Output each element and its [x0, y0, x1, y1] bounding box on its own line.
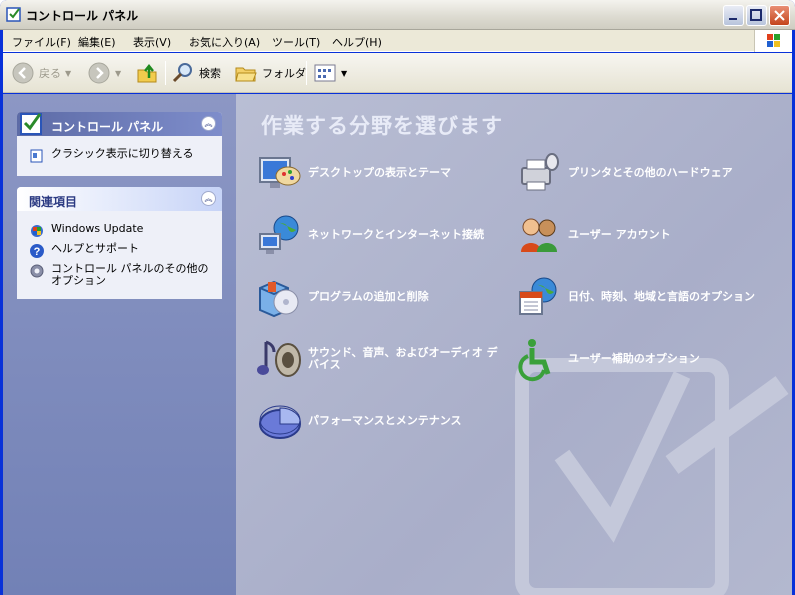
printer-icon: [521, 153, 559, 191]
search-icon: [172, 63, 192, 83]
maximize-button[interactable]: [746, 5, 767, 26]
category-label: プログラムの追加と削除: [308, 290, 429, 303]
window-title: コントロール パネル: [26, 9, 139, 23]
menu-file[interactable]: ファイル(F): [12, 34, 71, 50]
category-accessibility[interactable]: ユーザー補助のオプション: [516, 336, 758, 382]
help-support-label: ヘルプとサポート: [51, 242, 139, 255]
task-pane: コントロール パネル ︽ クラシック表示に切り替える 関連項目 ︽ Window…: [3, 94, 236, 595]
category-date-time-region[interactable]: 日付、時刻、地域と言語のオプション: [516, 274, 758, 320]
other-options-label: コントロール パネルのその他のオプション: [51, 262, 209, 287]
display-theme-icon: [259, 157, 301, 188]
category-label: プリンタとその他のハードウェア: [568, 166, 733, 179]
folders-label: フォルダ: [262, 67, 306, 80]
minimize-icon: [729, 18, 737, 20]
control-panel-window: コントロール パネル ファイル(F) 編集(E) 表示(V) お気に入り(A) …: [0, 0, 795, 595]
title-bar[interactable]: コントロール パネル: [0, 0, 795, 30]
users-icon: [521, 218, 557, 252]
back-label: 戻る: [39, 67, 61, 80]
forward-button[interactable]: ▼: [87, 61, 121, 85]
menu-tools[interactable]: ツール(T): [272, 34, 320, 50]
menu-bar: ファイル(F) 編集(E) 表示(V) お気に入り(A) ツール(T) ヘルプ(…: [3, 30, 792, 52]
category-add-remove-programs[interactable]: プログラムの追加と削除: [256, 274, 498, 320]
close-button[interactable]: [769, 5, 790, 26]
back-arrow-icon: [12, 62, 34, 84]
client-area: コントロール パネル ︽ クラシック表示に切り替える 関連項目 ︽ Window…: [3, 94, 792, 595]
forward-arrow-icon: [88, 62, 110, 84]
category-label: ユーザー アカウント: [568, 228, 671, 241]
classic-view-icon: [30, 149, 43, 163]
category-sound-audio[interactable]: サウンド、音声、およびオーディオ デバイス: [256, 336, 498, 382]
collapse-chevron-icon[interactable]: ︽: [201, 116, 216, 131]
views-dropdown-icon[interactable]: ▼: [341, 69, 347, 78]
close-icon: [774, 10, 785, 21]
page-heading: 作業する分野を選びます: [261, 114, 503, 138]
windows-update-icon: [31, 225, 43, 237]
related-panel-header[interactable]: 関連項目 ︽: [17, 187, 222, 211]
performance-icon: [259, 405, 301, 439]
category-label: パフォーマンスとメンテナンス: [308, 414, 462, 427]
control-panel-panel-title: コントロール パネル: [51, 120, 164, 134]
back-dropdown-icon[interactable]: ▼: [65, 69, 71, 78]
control-panel-icon: [6, 7, 21, 22]
gear-icon: [30, 264, 44, 278]
search-button[interactable]: 検索: [171, 61, 221, 85]
collapse-chevron-icon[interactable]: ︽: [201, 191, 216, 206]
category-view: 作業する分野を選びます デスクトップの表示とテーマ プリンタとその他のハードウェ…: [236, 94, 792, 595]
maximize-icon: [750, 9, 762, 21]
up-folder-button[interactable]: [135, 61, 159, 85]
forward-dropdown-icon[interactable]: ▼: [115, 69, 121, 78]
category-label: ネットワークとインターネット接続: [308, 228, 484, 241]
category-label: デスクトップの表示とテーマ: [308, 166, 451, 179]
category-network-internet[interactable]: ネットワークとインターネット接続: [256, 212, 498, 258]
menu-favorites[interactable]: お気に入り(A): [189, 34, 260, 50]
sound-icon: [257, 340, 301, 377]
views-icon: [314, 64, 336, 82]
toolbar: 戻る ▼ ▼ 検索 フォルダ ▼: [3, 53, 792, 93]
category-label: サウンド、音声、およびオーディオ デバイス: [308, 346, 498, 371]
add-remove-programs-icon: [259, 280, 299, 318]
windows-update-link[interactable]: Windows Update: [29, 223, 212, 239]
svg-text:?: ?: [34, 246, 41, 258]
control-panel-panel-header[interactable]: コントロール パネル ︽: [17, 112, 222, 136]
related-panel: 関連項目 ︽ Windows Update ? ヘルプとサポート コントロール …: [17, 187, 222, 299]
switch-classic-view-link[interactable]: クラシック表示に切り替える: [29, 148, 212, 164]
category-user-accounts[interactable]: ユーザー アカウント: [516, 212, 758, 258]
other-options-link[interactable]: コントロール パネルのその他のオプション: [29, 263, 212, 287]
category-printers-hardware[interactable]: プリンタとその他のハードウェア: [516, 150, 758, 196]
menu-help[interactable]: ヘルプ(H): [332, 34, 382, 50]
category-performance-maintenance[interactable]: パフォーマンスとメンテナンス: [256, 398, 498, 444]
control-panel-panel: コントロール パネル ︽ クラシック表示に切り替える: [17, 112, 222, 176]
up-folder-icon: [137, 63, 157, 83]
category-label: ユーザー補助のオプション: [568, 352, 700, 365]
category-label: 日付、時刻、地域と言語のオプション: [568, 290, 755, 303]
menu-view[interactable]: 表示(V): [133, 34, 171, 50]
windows-logo-icon: [754, 30, 792, 52]
help-support-link[interactable]: ? ヘルプとサポート: [29, 243, 212, 259]
accessibility-icon: [518, 339, 551, 382]
network-icon: [259, 215, 299, 254]
minimize-button[interactable]: [723, 5, 744, 26]
back-button[interactable]: 戻る ▼: [11, 61, 71, 85]
folders-button[interactable]: フォルダ: [234, 61, 306, 85]
switch-classic-view-label: クラシック表示に切り替える: [51, 147, 194, 160]
control-panel-header-icon: [20, 113, 42, 135]
date-time-region-icon: [519, 277, 557, 315]
menu-edit[interactable]: 編集(E): [78, 34, 116, 50]
category-desktop-theme[interactable]: デスクトップの表示とテーマ: [256, 150, 498, 196]
views-button[interactable]: ▼: [313, 61, 347, 85]
search-label: 検索: [199, 67, 221, 80]
related-panel-title: 関連項目: [29, 195, 78, 209]
windows-update-label: Windows Update: [51, 222, 144, 235]
folders-icon: [235, 67, 257, 82]
help-icon: ?: [30, 244, 44, 258]
